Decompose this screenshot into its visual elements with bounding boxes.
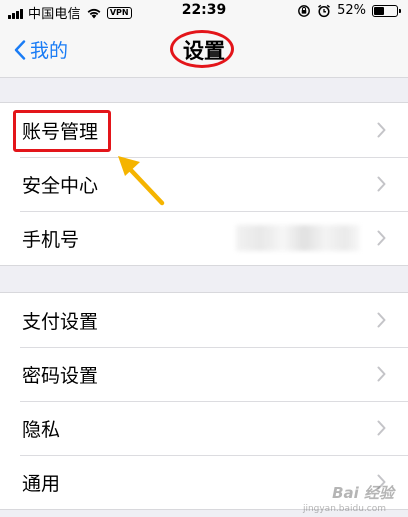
row-label: 隐私	[22, 418, 61, 441]
chevron-right-icon	[377, 366, 386, 382]
chevron-right-icon	[377, 312, 386, 328]
settings-row-password[interactable]: 密码设置	[0, 347, 408, 401]
status-right: 52%	[297, 3, 401, 18]
arrow-annotation-icon	[118, 156, 165, 206]
alarm-icon	[318, 4, 331, 17]
status-bar: 中国电信 VPN 22:39 52%	[0, 0, 408, 22]
rotation-lock-icon	[298, 4, 310, 17]
settings-row-phone-number[interactable]: 手机号	[0, 211, 408, 265]
nav-bar: 我的 设置	[0, 22, 408, 78]
settings-group-general: 支付设置 密码设置 隐私 通用	[0, 292, 408, 510]
watermark-sub: jingyan.baidu.com	[302, 504, 386, 514]
row-label: 安全中心	[22, 174, 99, 197]
chevron-right-icon	[377, 420, 386, 436]
account-management-highlight	[13, 110, 111, 152]
chevron-right-icon	[377, 122, 386, 138]
row-label: 通用	[22, 472, 61, 495]
settings-row-payment[interactable]: 支付设置	[0, 293, 408, 347]
row-label: 密码设置	[22, 364, 99, 387]
row-label: 手机号	[22, 228, 80, 251]
battery-fill	[374, 6, 385, 15]
battery-percent: 52%	[337, 3, 366, 18]
row-label: 支付设置	[22, 310, 99, 333]
settings-row-security-center[interactable]: 安全中心	[0, 157, 408, 211]
watermark-text: Bai 经验	[332, 484, 394, 502]
chevron-right-icon	[377, 230, 386, 246]
baidu-watermark: Bai 经验 jingyan.baidu.com	[303, 482, 394, 514]
chevron-right-icon	[377, 176, 386, 192]
settings-row-privacy[interactable]: 隐私	[0, 401, 408, 455]
title-highlight-circle	[170, 30, 234, 68]
blurred-phone-value	[236, 225, 360, 251]
battery-icon	[372, 4, 401, 17]
